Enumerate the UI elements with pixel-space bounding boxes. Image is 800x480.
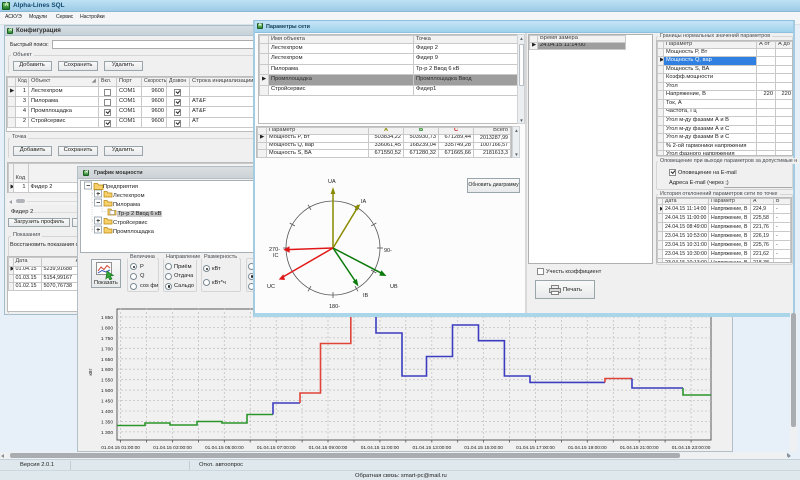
svg-text:IB: IB xyxy=(363,293,369,299)
svg-text:1 750: 1 750 xyxy=(101,336,113,342)
svg-text:1 300: 1 300 xyxy=(101,430,113,436)
svg-text:01.04.15 01:00:00: 01.04.15 01:00:00 xyxy=(101,445,140,451)
svg-text:1 650: 1 650 xyxy=(101,357,113,363)
svg-text:1 400: 1 400 xyxy=(101,409,113,415)
svg-text:1 450: 1 450 xyxy=(101,399,113,405)
svg-text:01.04.15 21:00:00: 01.04.15 21:00:00 xyxy=(620,445,659,451)
svg-text:UC: UC xyxy=(267,284,275,290)
svg-text:1 800: 1 800 xyxy=(101,326,113,332)
svg-text:1 550: 1 550 xyxy=(101,378,113,384)
svg-text:IC: IC xyxy=(273,253,279,259)
svg-text:01.04.15 17:00:00: 01.04.15 17:00:00 xyxy=(516,445,555,451)
svg-text:1 600: 1 600 xyxy=(101,367,113,373)
svg-text:180-: 180- xyxy=(329,304,340,310)
svg-text:01.04.15 07:00:00: 01.04.15 07:00:00 xyxy=(257,445,296,451)
svg-text:01.04.15 11:00:00: 01.04.15 11:00:00 xyxy=(361,445,400,451)
svg-text:1 350: 1 350 xyxy=(101,420,113,426)
svg-text:1 850: 1 850 xyxy=(101,315,113,321)
svg-text:90-: 90- xyxy=(384,248,392,254)
svg-text:01.04.15 19:00:00: 01.04.15 19:00:00 xyxy=(568,445,607,451)
svg-text:UB: UB xyxy=(390,284,398,290)
svg-text:кВт: кВт xyxy=(88,368,94,376)
svg-text:01.04.15 03:00:00: 01.04.15 03:00:00 xyxy=(153,445,192,451)
svg-text:1 700: 1 700 xyxy=(101,346,113,352)
svg-text:IA: IA xyxy=(361,199,367,205)
svg-text:UA: UA xyxy=(328,179,336,185)
svg-text:1 500: 1 500 xyxy=(101,388,113,394)
svg-text:01.04.15 09:00:00: 01.04.15 09:00:00 xyxy=(309,445,348,451)
svg-text:01.04.15 23:00:00: 01.04.15 23:00:00 xyxy=(672,445,711,451)
svg-text:01.04.15 15:00:00: 01.04.15 15:00:00 xyxy=(464,445,503,451)
svg-text:01.04.15 05:00:00: 01.04.15 05:00:00 xyxy=(205,445,244,451)
svg-text:01.04.15 13:00:00: 01.04.15 13:00:00 xyxy=(412,445,451,451)
